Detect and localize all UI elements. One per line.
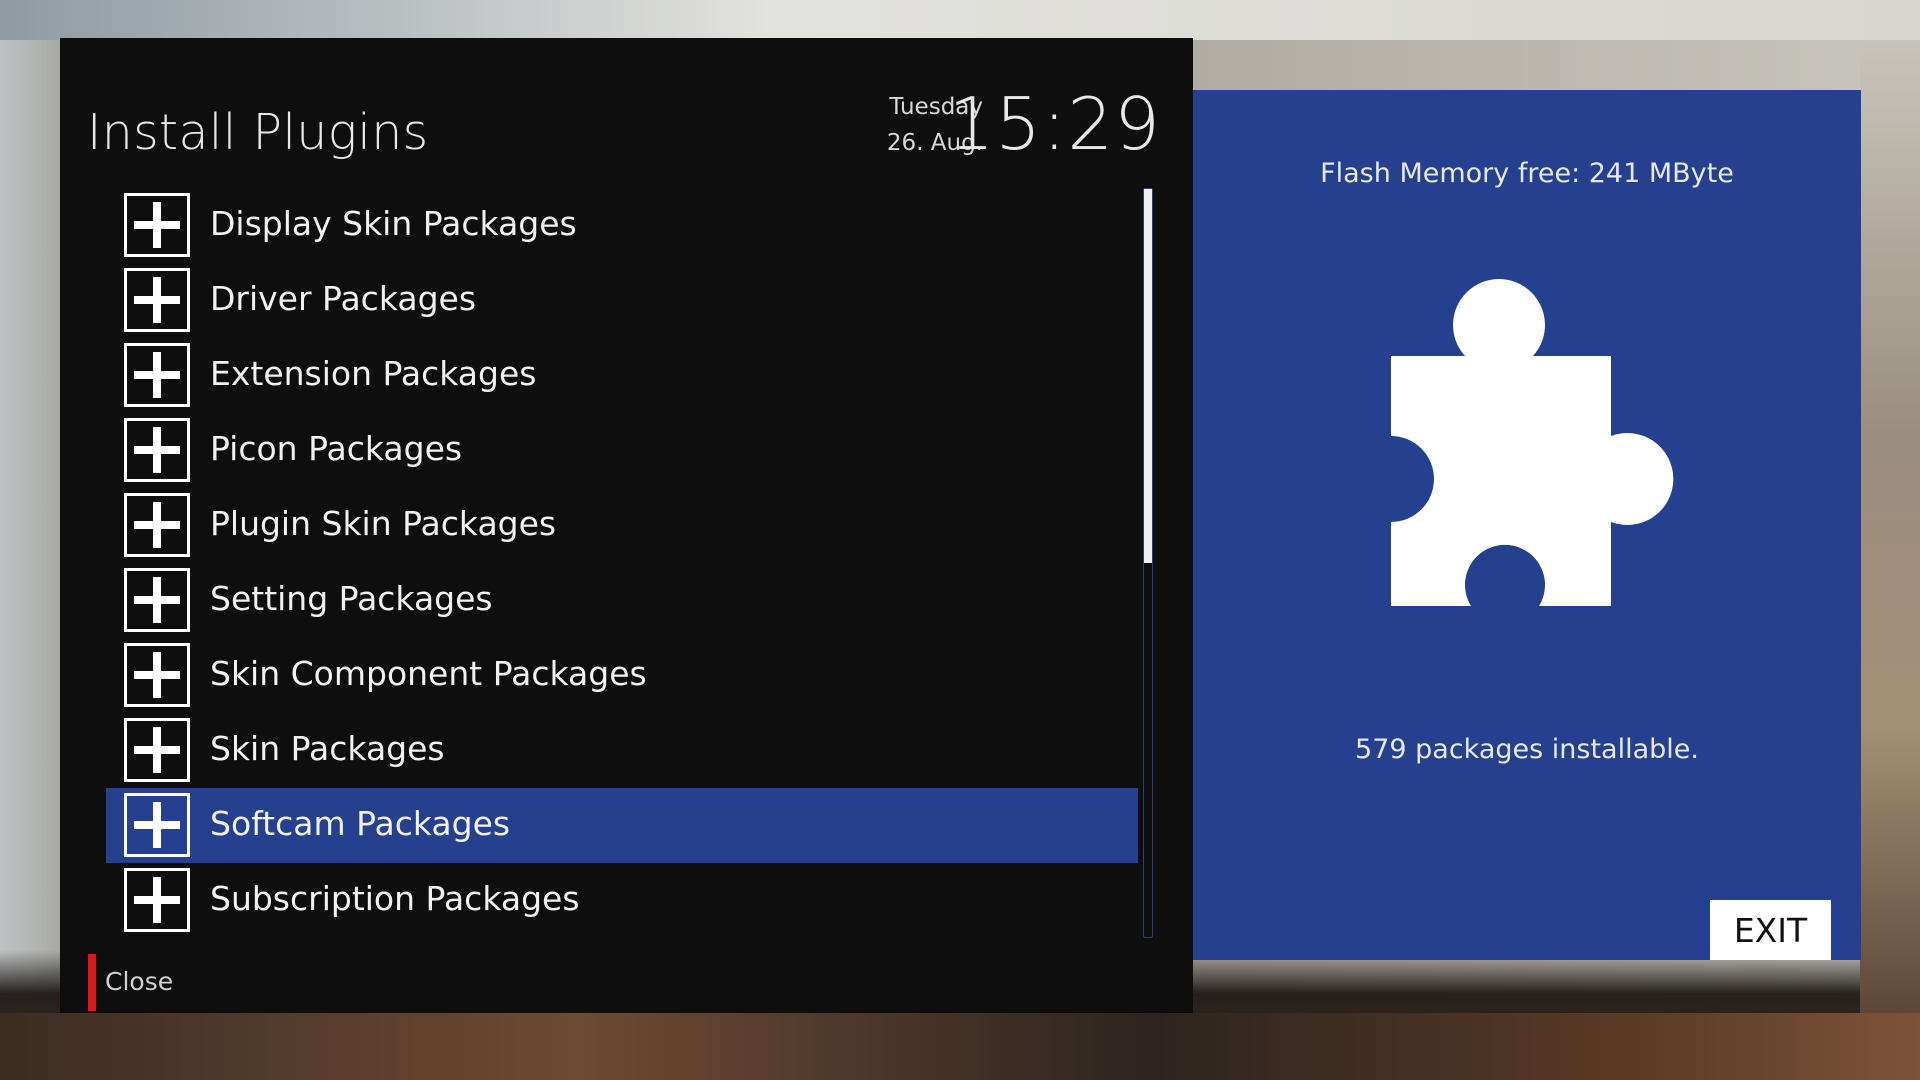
- puzzle-piece-icon: [1365, 270, 1705, 614]
- list-item-extension-packages[interactable]: Extension Packages: [106, 338, 1138, 413]
- scrollbar-thumb[interactable]: [1144, 189, 1152, 563]
- list-item-label: Setting Packages: [210, 579, 493, 618]
- package-category-list: Display Skin Packages Driver Packages Exte…: [106, 188, 1138, 938]
- list-item-display-skin-packages[interactable]: Display Skin Packages: [106, 188, 1138, 263]
- list-item-skin-packages[interactable]: Skin Packages: [106, 713, 1138, 788]
- plus-icon: [124, 418, 190, 482]
- packages-count: 579 packages installable.: [1355, 734, 1699, 765]
- list-item-label: Driver Packages: [210, 279, 477, 318]
- info-panel: Flash Memory free: 241 MByte 579 package…: [1193, 90, 1861, 960]
- list-item-softcam-packages[interactable]: Softcam Packages: [106, 788, 1138, 863]
- plus-icon: [124, 268, 190, 332]
- background-floor: [0, 1013, 1920, 1080]
- plus-icon: [124, 793, 190, 857]
- exit-button[interactable]: EXIT: [1710, 900, 1831, 960]
- clock-time: 15:29: [948, 82, 1161, 166]
- flash-memory-status: Flash Memory free: 241 MByte: [1320, 158, 1734, 189]
- list-item-label: Extension Packages: [210, 354, 537, 393]
- page-title: Install Plugins: [87, 104, 429, 161]
- list-item-label: Skin Component Packages: [210, 654, 647, 693]
- close-button[interactable]: Close: [105, 967, 173, 996]
- list-item-setting-packages[interactable]: Setting Packages: [106, 563, 1138, 638]
- list-item-skin-component-packages[interactable]: Skin Component Packages: [106, 638, 1138, 713]
- list-item-label: Skin Packages: [210, 729, 445, 768]
- plus-icon: [124, 193, 190, 257]
- plus-icon: [124, 868, 190, 932]
- plus-icon: [124, 718, 190, 782]
- list-item-label: Softcam Packages: [210, 804, 511, 843]
- plus-icon: [124, 643, 190, 707]
- list-item-label: Subscription Packages: [210, 879, 580, 918]
- list-item-label: Display Skin Packages: [210, 204, 577, 243]
- list-item-picon-packages[interactable]: Picon Packages: [106, 413, 1138, 488]
- list-item-driver-packages[interactable]: Driver Packages: [106, 263, 1138, 338]
- plus-icon: [124, 568, 190, 632]
- list-item-subscription-packages[interactable]: Subscription Packages: [106, 863, 1138, 938]
- list-item-label: Plugin Skin Packages: [210, 504, 557, 543]
- list-item-label: Picon Packages: [210, 429, 463, 468]
- red-key-indicator: [88, 954, 96, 1011]
- plus-icon: [124, 343, 190, 407]
- background-right-strip: [1860, 40, 1920, 1020]
- plus-icon: [124, 493, 190, 557]
- plugin-list-panel: Install Plugins Tuesday 26. Aug. 15:29 D…: [60, 38, 1193, 1013]
- background-ceiling: [0, 0, 1920, 40]
- list-item-plugin-skin-packages[interactable]: Plugin Skin Packages: [106, 488, 1138, 563]
